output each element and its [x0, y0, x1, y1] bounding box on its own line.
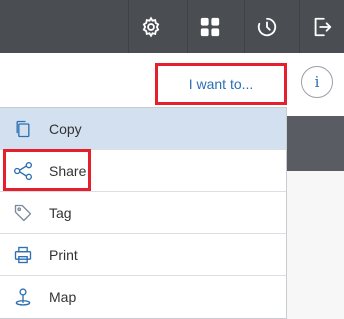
menu-item-copy[interactable]: Copy: [0, 108, 286, 150]
history-clock-icon: [257, 17, 277, 36]
history-button[interactable]: [244, 0, 289, 53]
share-icon: [12, 160, 34, 182]
background-panel: [286, 171, 344, 319]
settings-button[interactable]: [128, 0, 173, 53]
tag-icon: [12, 202, 34, 224]
menu-item-share[interactable]: Share: [0, 150, 286, 192]
apps-button[interactable]: [187, 0, 232, 53]
grid-apps-icon: [200, 17, 220, 36]
info-icon: i: [314, 73, 320, 91]
i-want-to-menu: Copy Share Tag Print Map: [0, 107, 287, 319]
gear-icon: [142, 16, 160, 37]
info-button[interactable]: i: [301, 66, 333, 98]
menu-item-label: Tag: [49, 204, 72, 221]
background-panel-header: [286, 116, 344, 171]
i-want-to-button[interactable]: I want to...: [155, 63, 287, 105]
printer-icon: [12, 244, 34, 266]
menu-item-label: Copy: [49, 120, 82, 137]
menu-item-label: Print: [49, 246, 78, 263]
i-want-to-label: I want to...: [188, 76, 254, 92]
menu-item-map[interactable]: Map: [0, 276, 286, 318]
menu-item-label: Map: [49, 289, 77, 305]
copy-icon: [12, 118, 34, 140]
sign-out-icon: [314, 17, 332, 36]
menu-item-label: Share: [49, 162, 87, 179]
menu-item-tag[interactable]: Tag: [0, 192, 286, 234]
map-pin-icon: [12, 286, 34, 308]
top-toolbar: [0, 0, 344, 53]
menu-item-print[interactable]: Print: [0, 234, 286, 276]
sign-out-button[interactable]: [299, 0, 344, 53]
